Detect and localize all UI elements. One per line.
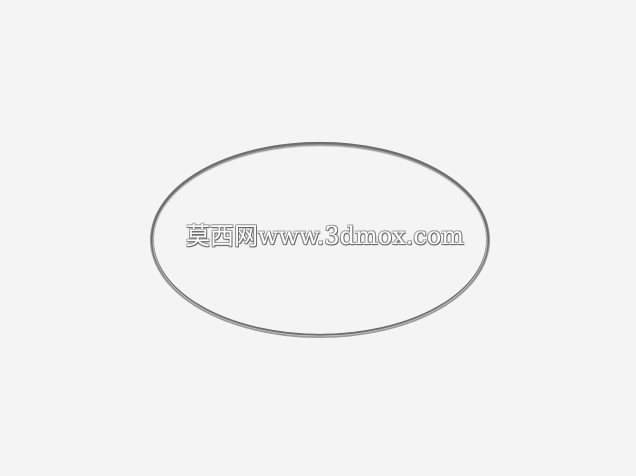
render-canvas: 莫西网www.3dmox.com — [0, 0, 636, 476]
watermark-text: 莫西网www.3dmox.com — [186, 222, 465, 250]
